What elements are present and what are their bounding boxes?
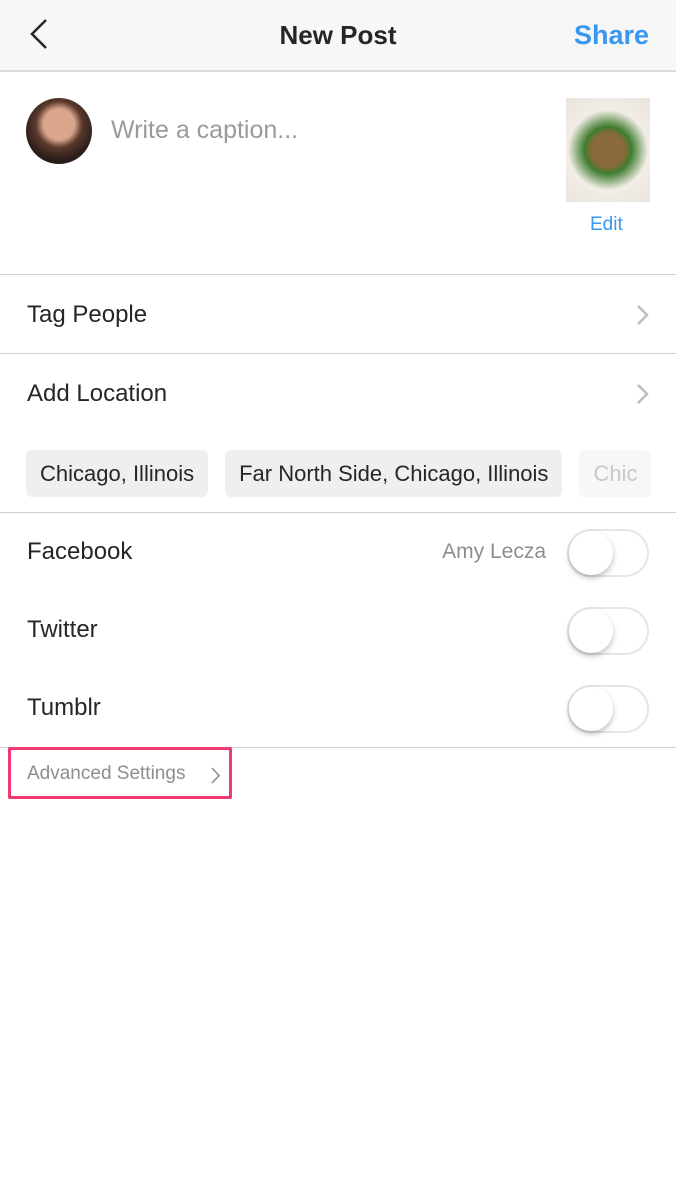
edit-button[interactable]: Edit <box>590 214 623 236</box>
facebook-label: Facebook <box>27 538 133 565</box>
location-chip[interactable]: Chicago, Illinois <box>26 450 209 497</box>
caption-section: Write a caption... Edit <box>0 72 676 275</box>
toggle-knob <box>569 531 613 575</box>
facebook-row: Facebook Amy Lecza <box>0 513 676 591</box>
tumblr-toggle[interactable] <box>567 685 649 733</box>
tag-people-row[interactable]: Tag People <box>0 275 676 354</box>
tumblr-label: Tumblr <box>27 694 101 721</box>
location-chip[interactable]: Far North Side, Chicago, Illinois <box>225 450 563 497</box>
advanced-settings-link[interactable]: Advanced Settings <box>8 747 232 799</box>
toggle-knob <box>569 687 613 731</box>
facebook-toggle[interactable] <box>567 529 649 577</box>
chevron-right-icon <box>637 384 649 404</box>
chevron-right-icon <box>211 767 221 784</box>
add-location-label: Add Location <box>27 380 168 407</box>
post-thumbnail[interactable] <box>566 98 650 202</box>
twitter-row: Twitter <box>0 591 676 669</box>
location-suggestions: Chicago, Illinois Far North Side, Chicag… <box>26 450 652 497</box>
caption-input[interactable]: Write a caption... <box>111 116 298 145</box>
share-button[interactable]: Share <box>574 20 649 51</box>
advanced-settings-label: Advanced Settings <box>27 763 186 784</box>
chevron-right-icon <box>637 305 649 325</box>
location-chip[interactable]: Chic <box>579 450 652 497</box>
avatar <box>26 98 92 164</box>
add-location-section: Add Location Chicago, Illinois Far North… <box>0 354 676 513</box>
tag-people-label: Tag People <box>27 301 148 328</box>
nav-header: New Post Share <box>0 0 676 72</box>
facebook-account: Amy Lecza <box>442 540 546 563</box>
twitter-toggle[interactable] <box>567 607 649 655</box>
tumblr-row: Tumblr <box>0 669 676 747</box>
toggle-knob <box>569 609 613 653</box>
twitter-label: Twitter <box>27 616 98 643</box>
